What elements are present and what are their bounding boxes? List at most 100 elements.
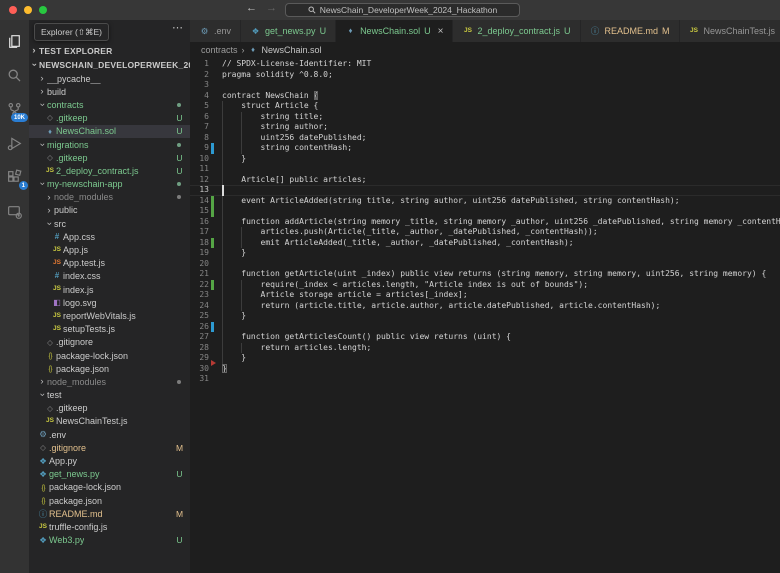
activity-source-control-button[interactable]: 10K — [0, 92, 29, 126]
tree-item-label: package.json — [56, 364, 109, 374]
tree-item-.gitkeep[interactable]: ◇.gitkeep — [29, 402, 190, 415]
tree-item-app.js[interactable]: JSApp.js — [29, 243, 190, 256]
changes-dot-badge — [177, 103, 181, 107]
editor-group: ⚙.env❖get_news.pyU♦NewsChain.solU×JS2_de… — [190, 20, 780, 573]
code-text: Article storage article = articles[_inde… — [217, 290, 780, 301]
tree-item-reportwebvitals.js[interactable]: JSreportWebVitals.js — [29, 309, 190, 322]
gutter-spacer — [211, 311, 214, 322]
tree-item-package.json[interactable]: {}package.json — [29, 494, 190, 507]
sidebar-section-test-explorer[interactable]: ›TEST EXPLORER — [29, 44, 190, 58]
highlighted-bracket: } — [222, 364, 227, 373]
tab-get-news.py[interactable]: ❖get_news.pyU — [241, 20, 335, 42]
breadcrumb[interactable]: contracts › ♦ NewsChain.sol — [190, 42, 780, 58]
tree-item-package-lock.json[interactable]: {}package-lock.json — [29, 349, 190, 362]
gutter: 19 — [190, 248, 217, 259]
indent-guide-line — [241, 112, 242, 123]
gutter-spacer — [211, 91, 214, 102]
js-icon: JS — [44, 168, 56, 175]
tree-item-public[interactable]: ›public — [29, 204, 190, 217]
tab-git-status: U — [564, 26, 571, 36]
minimize-window-button[interactable] — [24, 6, 32, 14]
tree-item-.gitignore[interactable]: ◇.gitignore — [29, 336, 190, 349]
tree-item-truffle-config.js[interactable]: JStruffle-config.js — [29, 520, 190, 533]
activity-run-debug-button[interactable] — [0, 126, 29, 160]
code-editor[interactable]: 1// SPDX-License-Identifier: MIT2pragma … — [190, 58, 780, 573]
tree-item-node-modules[interactable]: ›node_modules — [29, 191, 190, 204]
tree-item-test[interactable]: ›test — [29, 389, 190, 402]
tree-item-app.css[interactable]: #App.css — [29, 230, 190, 243]
line-number: 8 — [190, 133, 209, 144]
tree-item-.gitignore[interactable]: ◇.gitignoreM — [29, 441, 190, 454]
activity-search-button[interactable] — [0, 58, 29, 92]
command-center-search[interactable]: NewsChain_DeveloperWeek_2024_Hackathon — [285, 3, 520, 17]
tree-item-app.test.js[interactable]: JSApp.test.js — [29, 257, 190, 270]
line-number: 6 — [190, 112, 209, 123]
gutter: 18 — [190, 238, 217, 249]
tree-item-index.css[interactable]: #index.css — [29, 270, 190, 283]
breadcrumb-separator: › — [242, 45, 245, 55]
indent-guide-line — [222, 280, 223, 291]
tree-item-app.py[interactable]: ❖App.py — [29, 454, 190, 467]
gutter: 12 — [190, 175, 217, 186]
tree-item-node-modules[interactable]: ›node_modules — [29, 375, 190, 388]
activity-extensions-button[interactable]: 1 — [0, 160, 29, 194]
tab-git-status: M — [662, 26, 670, 36]
tab-.env[interactable]: ⚙.env — [190, 20, 240, 42]
tree-item-get-news.py[interactable]: ❖get_news.pyU — [29, 468, 190, 481]
indent-guide-line — [241, 227, 242, 238]
tree-item-.env[interactable]: ⚙.env — [29, 428, 190, 441]
tree-item-migrations[interactable]: ›migrations — [29, 138, 190, 151]
tree-item-web3.py[interactable]: ❖Web3.pyU — [29, 534, 190, 547]
code-line: 28 return articles.length; — [190, 343, 780, 354]
tree-item-label: README.md — [49, 509, 103, 519]
tree-item-setuptests.js[interactable]: JSsetupTests.js — [29, 323, 190, 336]
changes-dot-badge — [177, 380, 181, 384]
breadcrumb-folder[interactable]: contracts — [201, 45, 238, 55]
tree-item-index.js[interactable]: JSindex.js — [29, 283, 190, 296]
tab-readme.md[interactable]: ⓘREADME.mdM — [581, 20, 679, 42]
breadcrumb-file[interactable]: NewsChain.sol — [262, 45, 322, 55]
more-actions-button[interactable]: ⋯ — [172, 21, 183, 34]
tab-newschain.sol[interactable]: ♦NewsChain.solU× — [336, 20, 452, 42]
tree-item-.gitkeep[interactable]: ◇.gitkeepU — [29, 112, 190, 125]
back-button[interactable]: ← — [246, 2, 257, 14]
gutter: 30 — [190, 364, 217, 375]
forward-button[interactable]: → — [266, 2, 277, 14]
tree-item-src[interactable]: ›src — [29, 217, 190, 230]
tree-item-.gitkeep[interactable]: ◇.gitkeepU — [29, 151, 190, 164]
gutter-spacer — [211, 248, 214, 259]
added-gutter-marker — [211, 280, 214, 291]
sidebar-section-newschain-developerweek-2024-ha...[interactable]: ›NEWSCHAIN_DEVELOPERWEEK_2024_HA... — [29, 58, 190, 72]
svg-icon: ◧ — [51, 299, 63, 307]
tree-item--pycache-[interactable]: ›__pycache__ — [29, 72, 190, 85]
tree-item-package.json[interactable]: {}package.json — [29, 362, 190, 375]
close-window-button[interactable] — [9, 6, 17, 14]
close-icon[interactable]: × — [438, 26, 444, 37]
tree-item-readme.md[interactable]: ⓘREADME.mdM — [29, 507, 190, 520]
tab-git-status: U — [320, 26, 327, 36]
tree-item-package-lock.json[interactable]: {}package-lock.json — [29, 481, 190, 494]
code-text — [217, 259, 780, 270]
indent-guide-line — [241, 143, 242, 154]
tree-item-build[interactable]: ›build — [29, 85, 190, 98]
tree-item-2-deploy-contract.js[interactable]: JS2_deploy_contract.jsU — [29, 164, 190, 177]
tree-item-label: migrations — [47, 140, 89, 150]
tab-newschaintest.js[interactable]: JSNewsChainTest.js — [680, 20, 780, 42]
tree-item-contracts[interactable]: ›contracts — [29, 98, 190, 111]
gutter-spacer — [211, 217, 214, 228]
activity-explorer-button[interactable] — [0, 24, 29, 58]
tab-2-deploy-contract.js[interactable]: JS2_deploy_contract.jsU — [453, 20, 579, 42]
activity-remote-explorer-button[interactable] — [0, 194, 29, 228]
tree-item-my-newschain-app[interactable]: ›my-newschain-app — [29, 178, 190, 191]
file-tree: ›__pycache__›build›contracts◇.gitkeepU♦N… — [29, 72, 190, 547]
indent-guide-line — [222, 196, 223, 207]
maximize-window-button[interactable] — [39, 6, 47, 14]
json-icon: {} — [37, 497, 49, 505]
gutter-spacer — [211, 290, 214, 301]
chevron-right-icon: › — [37, 74, 47, 84]
tree-item-newschaintest.js[interactable]: JSNewsChainTest.js — [29, 415, 190, 428]
js-icon: JS — [51, 313, 63, 320]
tree-item-newschain.sol[interactable]: ♦NewsChain.solU — [29, 125, 190, 138]
line-number: 12 — [190, 175, 209, 186]
tree-item-logo.svg[interactable]: ◧logo.svg — [29, 296, 190, 309]
